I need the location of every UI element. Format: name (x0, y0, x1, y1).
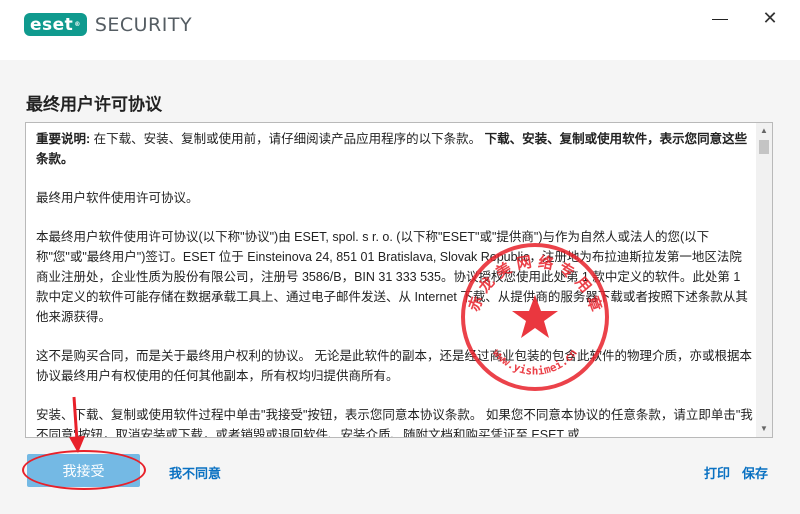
eula-paragraph-3: 本最终用户软件使用许可协议(以下称"协议")由 ESET, spol. s r.… (36, 230, 748, 324)
save-button[interactable]: 保存 (742, 463, 768, 482)
scroll-up-icon[interactable]: ▲ (756, 123, 772, 139)
eula-paragraph-2: 最终用户软件使用许可协议。 (36, 191, 199, 205)
print-button[interactable]: 打印 (704, 463, 730, 482)
close-icon: ✕ (762, 7, 778, 28)
eula-paragraph-4: 这不是购买合同，而是关于最终用户权利的协议。 无论是此软件的副本，还是经过商业包… (36, 349, 752, 383)
eula-paragraph-1: 重要说明: 在下载、安装、复制或使用前，请仔细阅读产品应用程序的以下条款。 下载… (36, 129, 754, 169)
product-name: SECURITY (94, 13, 193, 36)
eula-scrollbar[interactable]: ▲ ▼ (756, 123, 772, 437)
decline-button[interactable]: 我不同意 (169, 463, 221, 482)
red-ellipse-annotation (22, 450, 146, 490)
eset-logo-badge: eset® (24, 13, 87, 36)
minimize-button[interactable] (705, 4, 735, 32)
minimize-icon (712, 18, 728, 20)
eula-paragraph-5: 安装、下载、复制或使用软件过程中单击"我接受"按钮，表示您同意本协议条款。 如果… (36, 408, 753, 438)
close-button[interactable]: ✕ (755, 4, 785, 32)
title-bar: eset® SECURITY ✕ (0, 0, 800, 60)
scrollbar-thumb[interactable] (759, 140, 769, 154)
red-arrow-annotation (69, 396, 85, 453)
page-title: 最终用户许可协议 (26, 95, 162, 114)
scroll-down-icon[interactable]: ▼ (756, 421, 772, 437)
eula-p1-text: 在下载、安装、复制或使用前，请仔细阅读产品应用程序的以下条款。 (90, 132, 482, 146)
eset-logo: eset® SECURITY (24, 13, 192, 36)
eula-text-box[interactable]: 重要说明: 在下载、安装、复制或使用前，请仔细阅读产品应用程序的以下条款。 下载… (25, 122, 773, 438)
eula-content: 重要说明: 在下载、安装、复制或使用前，请仔细阅读产品应用程序的以下条款。 下载… (36, 129, 754, 438)
eula-important-label: 重要说明: (36, 132, 91, 146)
